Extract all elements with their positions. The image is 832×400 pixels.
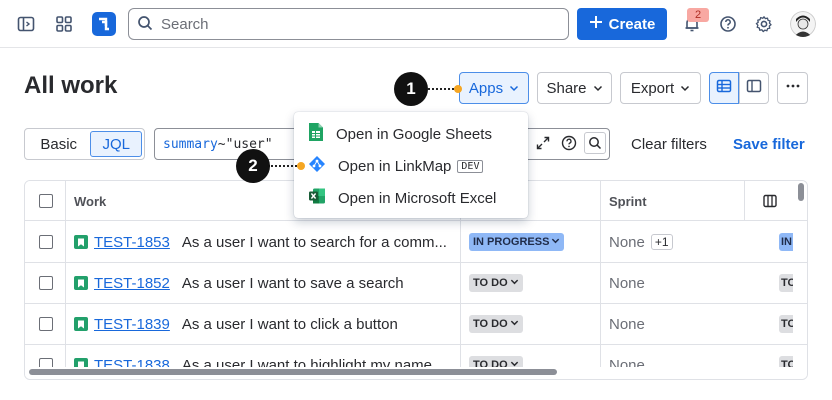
menu-item-linkmap[interactable]: Open in LinkMap DEV <box>294 150 528 182</box>
step-marker-2: 2 <box>236 149 270 183</box>
issue-summary[interactable]: As a user I want to save a search <box>182 275 404 292</box>
vertical-scrollbar[interactable] <box>798 183 804 201</box>
save-filter-button[interactable]: Save filter <box>733 136 805 153</box>
story-icon <box>74 235 88 249</box>
story-icon <box>74 317 88 331</box>
jql-help-icon[interactable] <box>558 132 580 154</box>
apps-button-label: Apps <box>468 79 504 97</box>
jql-mode-button[interactable]: JQL <box>90 131 142 157</box>
column-settings-icon[interactable] <box>763 181 777 221</box>
status-label: IN PROGRESS <box>473 236 550 248</box>
detail-view-toggle[interactable] <box>739 72 769 104</box>
share-button[interactable]: Share <box>537 72 612 104</box>
excel-icon <box>308 187 326 209</box>
sprint-extra-badge[interactable]: +1 <box>650 234 673 250</box>
select-all-checkbox[interactable] <box>39 194 53 208</box>
export-button[interactable]: Export <box>620 72 701 104</box>
search-mode-toggle: Basic JQL <box>24 128 145 160</box>
list-view-toggle[interactable] <box>709 72 739 104</box>
settings-gear-icon[interactable] <box>752 12 776 36</box>
help-icon[interactable] <box>716 12 740 36</box>
issue-key-link[interactable]: TEST-1839 <box>94 316 170 333</box>
select-all-cell <box>39 181 53 221</box>
apps-button[interactable]: Apps <box>459 72 529 104</box>
page-title: All work <box>24 72 118 99</box>
menu-item-label: Open in Google Sheets <box>336 125 492 143</box>
column-header-sprint[interactable]: Sprint <box>609 181 647 221</box>
status-lozenge-partial[interactable]: TO <box>779 315 793 333</box>
column-header-work[interactable]: Work <box>74 181 106 221</box>
status-lozenge-partial[interactable]: TO <box>779 274 793 292</box>
notification-count-badge: 2 <box>687 8 709 22</box>
chevron-down-icon <box>509 80 519 97</box>
jql-query-text: ~"user" <box>217 136 273 152</box>
plus-icon <box>589 15 603 33</box>
step-marker-1: 1 <box>394 72 428 106</box>
jql-tools <box>532 132 606 154</box>
linkmap-icon <box>308 155 326 177</box>
row-checkbox[interactable] <box>39 276 53 290</box>
chevron-down-icon <box>510 277 519 289</box>
sprint-value: None <box>609 233 645 251</box>
status-lozenge[interactable]: TO DO <box>469 315 523 333</box>
google-sheets-icon <box>308 122 324 146</box>
status-label: TO DO <box>473 277 508 289</box>
more-icon <box>785 78 801 98</box>
issue-key-link[interactable]: TEST-1852 <box>94 275 170 292</box>
expand-icon[interactable] <box>532 132 554 154</box>
horizontal-scrollbar-thumb[interactable] <box>29 369 557 375</box>
jql-field-keyword: summary <box>163 136 218 152</box>
issue-summary[interactable]: As a user I want to search for a comm... <box>182 234 447 251</box>
menu-item-google-sheets[interactable]: Open in Google Sheets <box>294 118 528 150</box>
jira-logo[interactable] <box>92 12 116 36</box>
create-button-label: Create <box>608 15 656 33</box>
sprint-value: None <box>609 315 645 333</box>
app-switcher-icon[interactable] <box>52 12 76 36</box>
dev-tag: DEV <box>457 159 484 173</box>
detail-view-icon <box>746 78 762 98</box>
run-search-icon[interactable] <box>584 132 606 154</box>
horizontal-scrollbar[interactable] <box>25 367 807 379</box>
table-row[interactable]: TEST-1853 As a user I want to search for… <box>25 222 807 263</box>
callout-connector <box>268 165 300 167</box>
status-label: TO DO <box>473 318 508 330</box>
chevron-down-icon <box>551 236 560 248</box>
column-divider <box>744 181 745 221</box>
table-row[interactable]: TEST-1839 As a user I want to click a bu… <box>25 304 807 345</box>
sidebar-toggle-icon[interactable] <box>14 12 38 36</box>
export-button-label: Export <box>630 79 675 97</box>
clear-filters-button[interactable]: Clear filters <box>631 136 707 153</box>
issue-key-link[interactable]: TEST-1853 <box>94 234 170 251</box>
status-lozenge[interactable]: TO DO <box>469 274 523 292</box>
share-button-label: Share <box>546 79 587 97</box>
basic-mode-button[interactable]: Basic <box>27 136 90 153</box>
more-actions-button[interactable] <box>777 72 808 104</box>
sprint-value: None <box>609 274 645 292</box>
apps-menu: Open in Google Sheets Open in LinkMap DE… <box>294 112 528 218</box>
search-input[interactable] <box>161 15 541 33</box>
chevron-down-icon <box>680 80 690 97</box>
chevron-down-icon <box>510 318 519 330</box>
table-row[interactable]: TEST-1852 As a user I want to save a sea… <box>25 263 807 304</box>
menu-item-excel[interactable]: Open in Microsoft Excel <box>294 182 528 214</box>
user-avatar[interactable] <box>790 11 816 37</box>
status-lozenge-partial[interactable]: IN <box>779 233 793 251</box>
row-checkbox[interactable] <box>39 317 53 331</box>
create-button[interactable]: Create <box>577 8 667 40</box>
story-icon <box>74 276 88 290</box>
menu-item-label: Open in LinkMap <box>338 157 452 175</box>
callout-dot <box>297 162 305 170</box>
menu-item-label: Open in Microsoft Excel <box>338 189 497 207</box>
callout-dot <box>454 85 462 93</box>
row-checkbox[interactable] <box>39 235 53 249</box>
chevron-down-icon <box>593 80 603 97</box>
list-view-icon <box>716 78 732 98</box>
issue-summary[interactable]: As a user I want to click a button <box>182 316 398 333</box>
top-navigation: Create 2 <box>0 0 832 48</box>
search-icon <box>137 15 153 34</box>
global-search[interactable] <box>128 8 569 40</box>
status-lozenge[interactable]: IN PROGRESS <box>469 233 565 251</box>
